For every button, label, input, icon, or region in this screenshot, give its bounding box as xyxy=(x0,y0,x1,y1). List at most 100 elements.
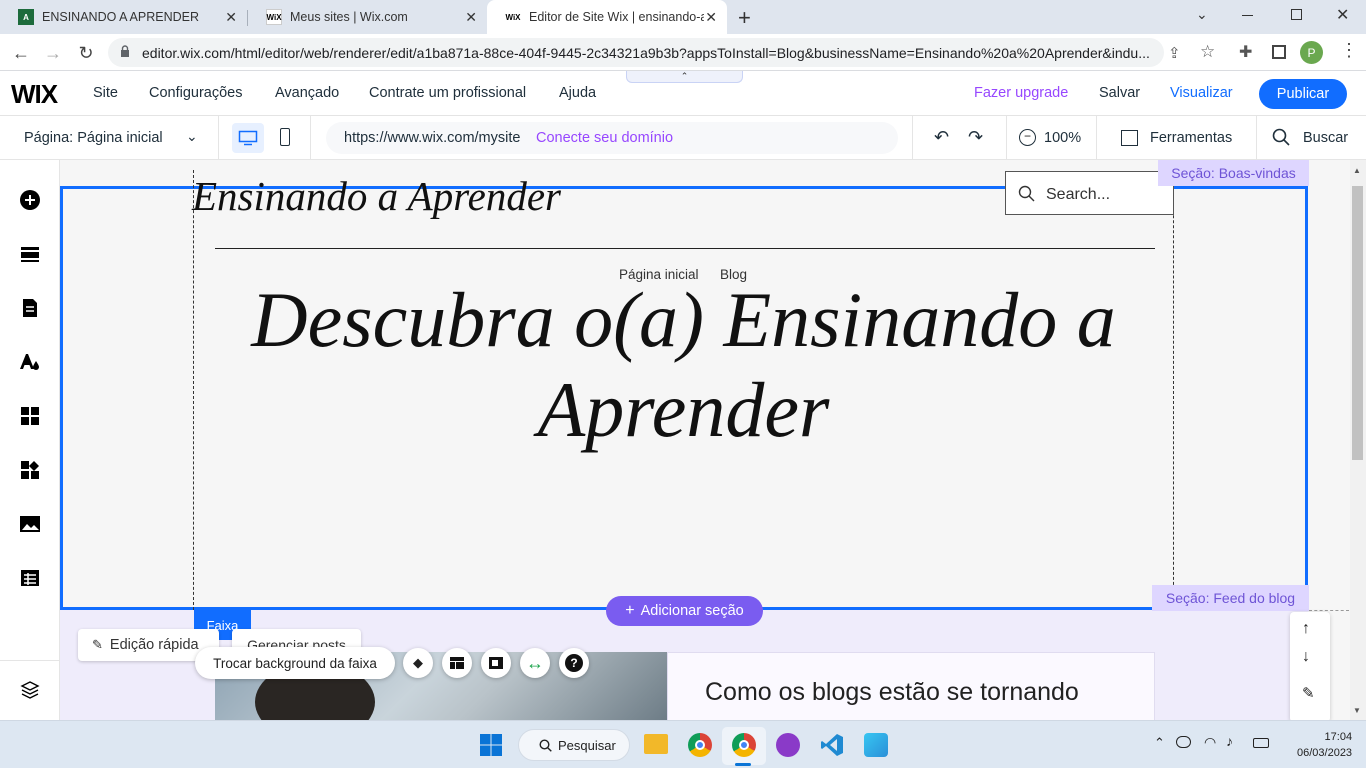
add-section-button[interactable]: + Adicionar seção xyxy=(606,596,763,626)
menu-configuracoes[interactable]: Configurações xyxy=(149,85,243,101)
change-background-button[interactable]: Trocar background da faixa xyxy=(195,647,395,679)
preview-button[interactable]: Visualizar xyxy=(1170,85,1233,101)
section-label-feed[interactable]: Seção: Feed do blog xyxy=(1152,585,1309,611)
blog-post-card[interactable]: Como os blogs estão se tornando xyxy=(667,652,1155,720)
edit-pencil-icon[interactable]: ✎ xyxy=(1302,684,1315,702)
search-button[interactable]: Buscar xyxy=(1303,130,1348,146)
add-elements-icon[interactable] xyxy=(18,188,42,212)
forward-icon[interactable]: → xyxy=(42,42,64,64)
clock[interactable]: 17:04 06/03/2023 xyxy=(1297,729,1352,761)
design-icon[interactable] xyxy=(18,350,42,374)
site-url: https://www.wix.com/mysite xyxy=(344,130,521,146)
animation-icon[interactable] xyxy=(481,648,511,678)
chrome-profile-icon[interactable] xyxy=(732,733,756,757)
vscode-icon[interactable] xyxy=(820,733,844,757)
taskbar-search[interactable]: Pesquisar xyxy=(518,729,630,761)
menu-avancado[interactable]: Avançado xyxy=(275,85,339,101)
apps-icon[interactable] xyxy=(18,404,42,428)
close-window-icon[interactable]: ✕ xyxy=(1336,5,1349,25)
volume-icon[interactable]: ♪ xyxy=(1226,733,1233,749)
back-icon[interactable]: ← xyxy=(10,42,32,64)
publish-button[interactable]: Publicar xyxy=(1259,79,1347,109)
save-button[interactable]: Salvar xyxy=(1099,85,1140,101)
reload-icon[interactable]: ↻ xyxy=(75,42,97,64)
sections-icon[interactable] xyxy=(18,242,42,266)
profile-avatar[interactable]: P xyxy=(1300,41,1323,64)
pages-icon[interactable] xyxy=(18,296,42,320)
new-tab-icon[interactable]: + xyxy=(738,5,751,31)
clock-date: 06/03/2023 xyxy=(1297,747,1353,759)
tab-title: Editor de Site Wix | ensinando-a- xyxy=(529,10,704,24)
menu-ajuda[interactable]: Ajuda xyxy=(559,85,596,101)
scrollbar-thumb[interactable] xyxy=(1352,186,1363,460)
desktop-view-icon[interactable] xyxy=(232,123,264,153)
zoom-level[interactable]: 100% xyxy=(1044,130,1081,146)
close-tab-icon[interactable]: ✕ xyxy=(465,9,477,26)
editor-toolbar: Página: Página inicial ⌄ https://www.wix… xyxy=(0,116,1366,160)
active-indicator xyxy=(735,763,751,766)
redo-icon[interactable]: ↷ xyxy=(968,127,983,148)
collapse-toolbar-icon[interactable]: ⌃ xyxy=(626,71,743,83)
side-panel-icon[interactable] xyxy=(1272,45,1286,59)
business-apps-icon[interactable] xyxy=(18,458,42,482)
wix-favicon-icon: WiX xyxy=(505,12,521,22)
mobile-view-icon[interactable] xyxy=(280,128,290,146)
tab-search-icon[interactable]: ⌄ xyxy=(1196,6,1208,23)
tab-editor[interactable]: WiX Editor de Site Wix | ensinando-a- ✕ xyxy=(487,0,727,34)
move-down-icon[interactable]: ↓ xyxy=(1302,648,1310,666)
tab-ensinando[interactable]: A ENSINANDO A APRENDER ✕ xyxy=(0,0,247,34)
share-icon[interactable]: ⇪ xyxy=(1168,44,1181,62)
browser-menu-icon[interactable]: ⋮ xyxy=(1340,40,1358,61)
layout-icon[interactable] xyxy=(442,648,472,678)
scroll-down-icon[interactable]: ▼ xyxy=(1353,706,1361,715)
tab-title: ENSINANDO A APRENDER xyxy=(42,10,199,24)
scroll-up-icon[interactable]: ▲ xyxy=(1353,166,1361,175)
pencil-icon: ✎ xyxy=(92,637,103,652)
github-icon[interactable] xyxy=(776,733,800,757)
divider xyxy=(0,660,60,661)
divider xyxy=(912,116,913,160)
minimize-icon[interactable] xyxy=(1242,15,1253,16)
site-title[interactable]: Ensinando a Aprender xyxy=(192,172,561,220)
search-icon xyxy=(539,738,552,752)
arrange-icon[interactable]: ◆ xyxy=(403,648,433,678)
menu-site[interactable]: Site xyxy=(93,85,118,101)
bookmark-star-icon[interactable]: ☆ xyxy=(1200,42,1215,62)
tools-button[interactable]: Ferramentas xyxy=(1150,130,1232,146)
connect-domain-link[interactable]: Conecte seu domínio xyxy=(536,130,673,146)
onedrive-icon[interactable] xyxy=(1176,736,1191,748)
site-search-box[interactable]: Search... xyxy=(1005,171,1174,215)
url-bar[interactable]: editor.wix.com/html/editor/web/renderer/… xyxy=(108,38,1164,67)
close-tab-icon[interactable]: ✕ xyxy=(225,9,237,26)
layers-icon[interactable] xyxy=(18,678,42,702)
hero-line-1: Descubra o(a) Ensinando a xyxy=(251,276,1116,363)
section-label-boas-vindas[interactable]: Seção: Boas-vindas xyxy=(1158,160,1309,186)
chrome-icon[interactable] xyxy=(688,733,712,757)
add-section-label: Adicionar seção xyxy=(640,603,744,619)
page-selector[interactable]: Página: Página inicial xyxy=(24,130,163,146)
menu-contrate[interactable]: Contrate um profissional xyxy=(369,85,526,101)
close-tab-icon[interactable]: ✕ xyxy=(705,9,717,26)
chevron-up-icon[interactable]: ⌃ xyxy=(1154,735,1165,751)
battery-icon[interactable] xyxy=(1253,738,1269,748)
stretch-icon[interactable]: ↔ xyxy=(520,648,550,678)
undo-icon[interactable]: ↶ xyxy=(934,127,949,148)
blog-post-title: Como os blogs estão se tornando xyxy=(705,678,1079,706)
tab-meus-sites[interactable]: WiX Meus sites | Wix.com ✕ xyxy=(248,0,487,34)
sheet-favicon-icon: A xyxy=(18,9,34,25)
wifi-icon[interactable]: ◠ xyxy=(1204,734,1216,751)
hero-title[interactable]: Descubra o(a) Ensinando a Aprender xyxy=(193,275,1174,455)
extensions-icon[interactable]: ✚ xyxy=(1239,42,1252,62)
move-up-icon[interactable]: ↑ xyxy=(1302,620,1310,638)
upgrade-link[interactable]: Fazer upgrade xyxy=(974,85,1068,101)
zoom-out-icon[interactable]: − xyxy=(1019,129,1036,146)
cms-icon[interactable] xyxy=(18,566,42,590)
wix-top-bar: WIX Site Configurações Avançado Contrate… xyxy=(0,71,1366,116)
media-icon[interactable] xyxy=(18,512,42,536)
paint-app-icon[interactable] xyxy=(864,733,888,757)
windows-start-icon[interactable] xyxy=(479,733,503,757)
chevron-down-icon[interactable]: ⌄ xyxy=(186,128,198,145)
file-explorer-icon[interactable] xyxy=(644,734,668,754)
maximize-icon[interactable] xyxy=(1291,9,1302,20)
help-icon[interactable]: ? xyxy=(559,648,589,678)
